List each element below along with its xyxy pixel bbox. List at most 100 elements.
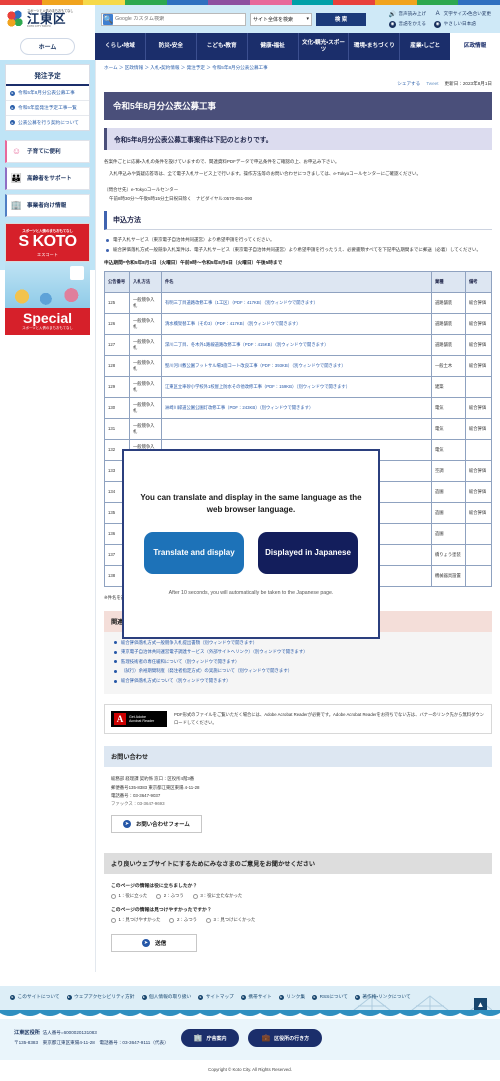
footer-link-about-site[interactable]: ▸ このサイトについて — [10, 994, 60, 1000]
utility-easy-japanese[interactable]: ◉ やさしい日本語 — [434, 20, 491, 28]
cell-subject[interactable]: 深川二丁目、冬木外1路線道路改修工事（PDF：415KB）（別ウィンドウで開きま… — [161, 333, 432, 356]
sidebar-item-label: 令和5年8月分公表公募工事 — [18, 90, 75, 95]
search-button[interactable]: 検 索 — [316, 12, 366, 26]
sidebar-item-about-contracts[interactable]: ▸ 公表公募を行う契約について — [6, 116, 89, 130]
col-industry: 業種 — [431, 270, 466, 293]
list-item[interactable]: （試行）余裕期間制度（発注者指定方式）の実施について（別ウィンドウで開きます） — [113, 667, 483, 674]
back-to-top-button[interactable]: ▲ — [474, 998, 487, 1011]
option-label: 2：ふつう — [163, 893, 184, 899]
radio-icon[interactable] — [111, 917, 116, 923]
banner-photo[interactable] — [5, 261, 90, 308]
footer-link-links[interactable]: ▸ リンク集 — [278, 994, 305, 1000]
cell-subject[interactable]: 洲崎川緑道公園公園灯改修工事（PDF：243KB）（別ウィンドウで開きます） — [161, 396, 432, 419]
shortcut-label: 子育てに便利 — [27, 149, 61, 156]
option-label: 1：役に立った — [118, 893, 148, 899]
search-input[interactable] — [115, 16, 245, 22]
cell-no: 131 — [104, 417, 130, 440]
bid-subject-link[interactable]: 江東区立車砂小学校外1校屋上防水その他改修工事（PDF：159KB）（別ウィンド… — [165, 384, 350, 389]
koto-logo-icon — [6, 10, 24, 28]
nav-kuseijoho[interactable]: 区政情報 — [450, 33, 500, 60]
modal-note: After 10 seconds, you will automatically… — [168, 590, 334, 597]
col-announcement-no: 公告番号 — [104, 270, 130, 293]
footer-link-privacy[interactable]: ▸ 個人情報の取り扱い — [141, 994, 191, 1000]
radio-icon[interactable] — [169, 917, 175, 923]
shortcut-label: 高齢者をサポート — [27, 176, 72, 183]
option-label: 3：役に立たなかった — [200, 893, 243, 899]
footer-button-directions[interactable]: 💼 区役所の行き方 — [248, 1029, 323, 1048]
nav-home[interactable]: ホーム — [19, 38, 76, 55]
radio-icon[interactable] — [205, 917, 211, 923]
bid-subject-link[interactable]: 堅川河川敷公園フットサル場3面コート改良工事（PDF：393KB）（別ウィンドウ… — [165, 363, 346, 368]
adobe-badge-name: Acrobat Reader — [129, 719, 155, 724]
bid-subject-link[interactable]: 洲崎川緑道公園公園灯改修工事（PDF：243KB）（別ウィンドウで開きます） — [165, 405, 313, 410]
radio-icon[interactable] — [192, 893, 198, 899]
banner-special[interactable]: Special スポーツと人情のまちおもてなし — [5, 307, 90, 335]
cell-subject[interactable]: 清水橋架替工事（その3）（PDF：417KB）（別ウィンドウで開きます） — [161, 312, 432, 335]
breadcrumb[interactable]: ホーム ＞ 区政情報 ＞ 入札・契約情報 ＞ 発注予定 ＞ 令和5年8月分公表公… — [96, 60, 500, 75]
cell-subject[interactable] — [161, 417, 432, 440]
sidebar-shortcut-elderly[interactable]: 👪 高齢者をサポート — [5, 166, 90, 190]
footer-link-copyright-policy[interactable]: ▸ 著作権・リンクについて — [354, 994, 411, 1000]
search-field-wrap[interactable]: 🔍 — [101, 12, 246, 26]
sidebar-shortcut-childcare[interactable]: ☺ 子育てに便利 — [5, 139, 90, 163]
list-item[interactable]: 総合評価落札方式について（別ウィンドウで開きます） — [113, 677, 483, 684]
table-row: 126 一般競争入札 清水橋架替工事（その3）（PDF：417KB）（別ウィンド… — [104, 312, 492, 335]
nav-bousai[interactable]: 防災・安全 — [144, 33, 196, 60]
header-search-zone: 🔍 サイト全体を検索 ▾ 検 索 🔊 音声読み上げ ◉ 言語をかえる A — [95, 5, 500, 33]
survey-q2-option-2[interactable]: 2：ふつう — [169, 917, 197, 923]
tweet-button[interactable]: Tweet — [426, 81, 438, 86]
col-subject: 件名 — [161, 270, 432, 293]
adobe-reader-badge[interactable]: A Get Adobe Acrobat Reader — [111, 711, 167, 728]
bid-subject-link[interactable]: 深川二丁目、冬木外1路線道路改修工事（PDF：415KB）（別ウィンドウで開きま… — [165, 342, 329, 347]
utility-font-size[interactable]: A 文字サイズ・色合い変更 — [434, 11, 491, 18]
footer-link-mobile[interactable]: ▸ 携帯サイト — [240, 994, 272, 1000]
sidebar-shortcut-business[interactable]: 🏢 事業者向け情報 — [5, 193, 90, 217]
copyright-text: Copyright © Koto City. All Rights Reserv… — [0, 1059, 500, 1081]
cell-subject[interactable]: 江東区立車砂小学校外1校屋上防水その他改修工事（PDF：159KB）（別ウィンド… — [161, 375, 432, 398]
list-item[interactable]: 監理技術者の専任緩和について（別ウィンドウで開きます） — [113, 658, 483, 665]
footer-link-rss[interactable]: ▸ RSSについて — [312, 994, 348, 1000]
footer-address: 〒135-8383 東京都江東区東陽4-11-28 電話番号：03-3647-9… — [14, 1039, 169, 1045]
nav-kankyo[interactable]: 環境・まちづくり — [348, 33, 399, 60]
survey-q2-option-1[interactable]: 1：見つけやすかった — [111, 917, 160, 923]
list-item[interactable]: 総合評価落札方式一般競争入札提出書類（別ウィンドウで開きます） — [113, 639, 483, 646]
bid-subject-link[interactable]: 清水橋架替工事（その3）（PDF：417KB）（別ウィンドウで開きます） — [165, 321, 301, 326]
nav-kenko[interactable]: 健康・福祉 — [246, 33, 298, 60]
arrow-right-icon: ▸ — [10, 120, 15, 126]
nav-sangyo[interactable]: 産業・しごと — [399, 33, 450, 60]
translate-and-display-button[interactable]: Translate and display — [144, 532, 244, 575]
list-item[interactable]: 東京電子自治体共同運営電子調達サービス（外部サイトへリンク）（別ウィンドウで開き… — [113, 648, 483, 655]
nav-kodomo[interactable]: こども・教育 — [195, 33, 247, 60]
cell-method: 一般競争入札 — [129, 375, 162, 398]
search-scope-select[interactable]: サイト全体を検索 ▾ — [250, 12, 312, 26]
sidebar-heading: 発注予定 — [6, 65, 89, 86]
utility-change-language[interactable]: ◉ 言語をかえる — [389, 20, 426, 28]
sidebar-item-year-list[interactable]: ▸ 令和5年度発注予定工事一覧 — [6, 101, 89, 116]
footer-link-label: このサイトについて — [17, 994, 60, 1000]
share-label[interactable]: シェアする — [397, 81, 420, 87]
displayed-in-japanese-button[interactable]: Displayed in Japanese — [258, 532, 358, 575]
survey-q1-option-1[interactable]: 1：役に立った — [111, 893, 147, 899]
survey-q1-option-3[interactable]: 3：役に立たなかった — [192, 893, 243, 899]
nav-bunka[interactable]: 文化・観光・スポーツ — [297, 33, 349, 60]
cell-note: 総合評価 — [465, 417, 492, 440]
site-logo[interactable]: スポーツと人情のまちおもてなし 江東区 KOTO CITY TOKYO — [0, 5, 95, 33]
cell-subject[interactable]: 有明三丁目道路改修工事（1工区）（PDF：417KB）（別ウィンドウで開きます） — [161, 291, 432, 314]
cell-subject[interactable]: 堅川河川敷公園フットサル場3面コート改良工事（PDF：393KB）（別ウィンドウ… — [161, 354, 432, 377]
children-icon: ☺ — [11, 146, 22, 157]
survey-q2-option-3[interactable]: 3：見つけにくかった — [205, 917, 255, 923]
nav-kurashi[interactable]: くらし・地域 — [95, 33, 145, 60]
footer-button-building-guide[interactable]: 🏢 庁舎案内 — [180, 1029, 240, 1048]
survey-q1-option-2[interactable]: 2：ふつう — [156, 893, 184, 899]
radio-icon[interactable] — [111, 893, 116, 899]
radio-icon[interactable] — [156, 893, 162, 899]
footer-link-sitemap[interactable]: ▸ サイトマップ — [198, 994, 234, 1000]
utility-voice-reading[interactable]: 🔊 音声読み上げ — [389, 11, 426, 18]
banner-skoto[interactable]: スポーツと人情のまちおもてなし S KOTO エスコート — [5, 222, 90, 262]
sidebar-item-aug-works[interactable]: ▸ 令和5年8月分公表公募工事 — [6, 86, 89, 101]
survey-submit-button[interactable]: ➤ 送信 — [111, 934, 198, 953]
bid-subject-link[interactable]: 有明三丁目道路改修工事（1工区）（PDF：417KB）（別ウィンドウで開きます） — [165, 300, 318, 305]
sidebar-card-orders: 発注予定 ▸ 令和5年8月分公表公募工事 ▸ 令和5年度発注予定工事一覧 ▸ 公… — [5, 64, 90, 131]
footer-link-accessibility[interactable]: ▸ ウェブアクセシビリティ方針 — [66, 994, 135, 1000]
contact-form-button[interactable]: ➤ お問い合わせフォーム — [111, 815, 202, 834]
